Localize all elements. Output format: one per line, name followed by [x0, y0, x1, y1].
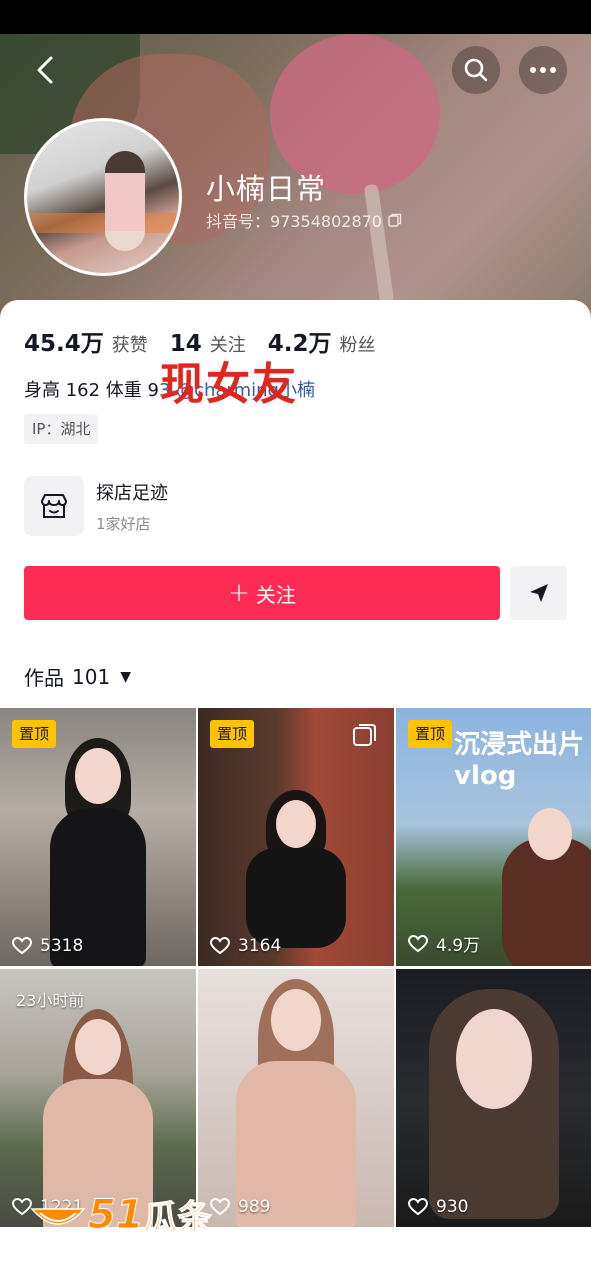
shop-title: 探店足迹 — [96, 482, 168, 504]
plus-icon: + — [228, 578, 250, 608]
heart-icon — [408, 934, 428, 952]
watermelon-logo-icon — [30, 1207, 86, 1225]
douyin-id[interactable]: 抖音号：97354802870 — [206, 208, 402, 232]
store-icon — [24, 476, 84, 536]
caret-down-icon: ▼ — [120, 668, 131, 685]
like-count-text: 989 — [238, 1197, 271, 1217]
watermark-logo: 51 瓜条 — [28, 1190, 212, 1239]
avatar[interactable] — [24, 118, 182, 276]
multi-image-icon — [353, 724, 376, 746]
ip-location-tag: IP：湖北 — [24, 414, 99, 444]
follow-button[interactable]: + 关注 — [24, 566, 500, 620]
works-tab-label: 作品 — [24, 666, 64, 690]
profile-nickname: 小楠日常 — [206, 172, 327, 206]
post-time-label: 23小时前 — [16, 991, 85, 1010]
send-message-button[interactable] — [510, 566, 567, 620]
shop-subtitle: 1家好店 — [96, 514, 151, 533]
douyin-id-text: 抖音号：97354802870 — [206, 212, 382, 231]
video-overlay-title: 沉浸式出片 vlog — [454, 730, 585, 791]
copy-icon — [388, 213, 402, 227]
video-thumbnail[interactable]: 置顶 3164 — [198, 708, 394, 966]
overlay-caption: 现女友 — [160, 359, 298, 410]
video-thumbnail[interactable]: 989 — [198, 969, 394, 1227]
like-count: 3164 — [210, 936, 281, 956]
bio-text: 身高 162 体重 9 — [24, 380, 159, 401]
shop-footprint[interactable]: 探店足迹 1家好店 — [24, 476, 168, 536]
watermark-text: 瓜条 — [143, 1198, 212, 1239]
tab-works[interactable]: 作品 101 ▼ — [24, 662, 131, 691]
pinned-badge: 置顶 — [210, 720, 255, 748]
like-count: 5318 — [12, 936, 83, 956]
stat-value: 45.4万 — [24, 331, 104, 357]
like-count: 930 — [408, 1197, 468, 1217]
heart-icon — [408, 1198, 428, 1216]
back-button[interactable] — [28, 52, 64, 88]
stat-likes: 45.4万 获赞 — [24, 324, 148, 358]
stat-label: 粉丝 — [339, 335, 376, 356]
video-thumbnail[interactable]: 置顶 5318 — [0, 708, 196, 966]
video-thumbnail[interactable]: 沉浸式出片 vlog 置顶 4.9万 — [396, 708, 591, 966]
works-count: 101 — [72, 664, 111, 689]
status-bar — [0, 0, 591, 34]
like-count-text: 930 — [436, 1197, 469, 1217]
like-count: 4.9万 — [408, 931, 480, 956]
video-thumbnail[interactable]: 23小时前 1221 — [0, 969, 196, 1227]
watermark-number: 51 — [88, 1191, 145, 1238]
more-dots-icon — [530, 67, 556, 73]
more-options-button[interactable] — [519, 46, 567, 94]
stat-label: 获赞 — [111, 335, 148, 356]
follow-button-label: 关注 — [255, 582, 296, 607]
chevron-left-icon — [37, 56, 53, 84]
video-thumbnail[interactable]: 930 — [396, 969, 591, 1227]
profile-panel: 45.4万 获赞 14 关注 4.2万 粉丝 身高 162 体重 93 @cha… — [0, 300, 591, 1280]
heart-icon — [210, 1198, 230, 1216]
like-count-text: 4.9万 — [436, 936, 481, 956]
search-icon — [464, 58, 488, 82]
heart-icon — [210, 937, 230, 955]
send-icon — [529, 584, 548, 602]
pinned-badge: 置顶 — [12, 720, 57, 748]
video-grid: 置顶 5318 置顶 3164 沉浸式出片 vlog 置顶 4.9万 23小时前… — [0, 708, 591, 1227]
pinned-badge: 置顶 — [408, 720, 453, 748]
like-count: 989 — [210, 1197, 270, 1217]
search-button[interactable] — [452, 46, 500, 94]
like-count-text: 5318 — [40, 936, 84, 956]
heart-icon — [12, 937, 32, 955]
like-count-text: 3164 — [238, 936, 282, 956]
